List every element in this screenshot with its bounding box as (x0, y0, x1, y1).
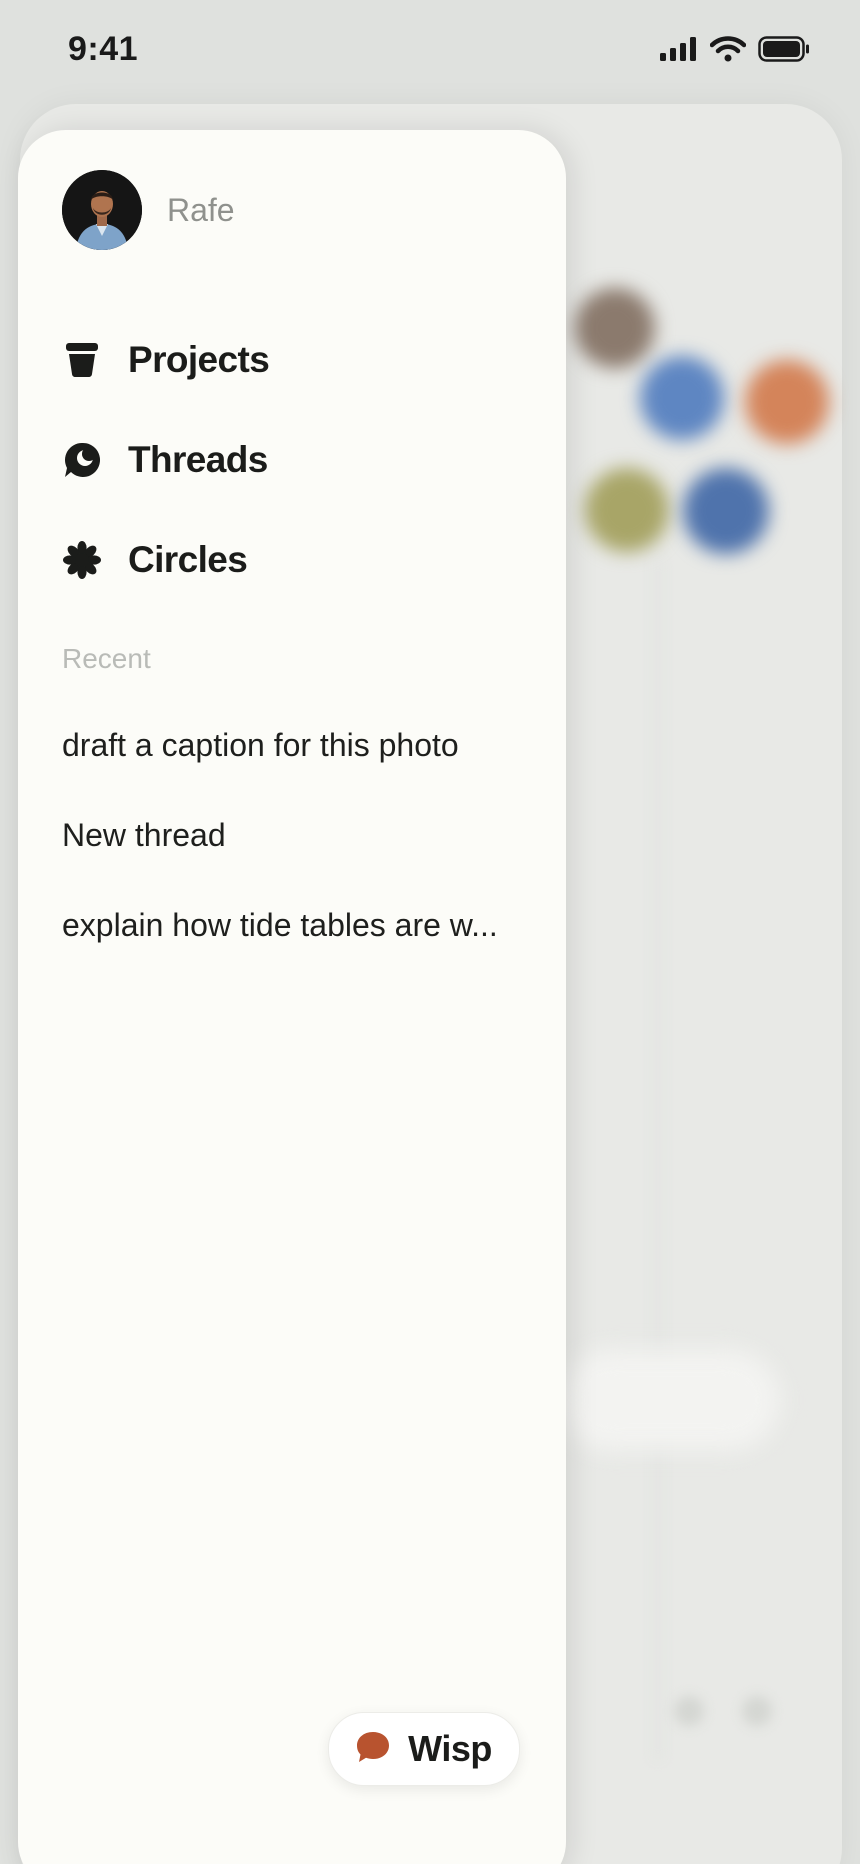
nav-item-projects[interactable]: Projects (62, 310, 270, 410)
wifi-icon (709, 36, 747, 67)
status-time: 9:41 (68, 30, 139, 68)
blurred-circle-brown (575, 288, 655, 368)
status-icons (660, 36, 810, 67)
profile-row[interactable]: Rafe (62, 170, 235, 250)
moon-chat-icon (62, 440, 102, 480)
recent-list: draft a caption for this photo New threa… (62, 700, 532, 970)
nav-item-circles[interactable]: Circles (62, 510, 269, 610)
blurred-circle-navy (683, 468, 769, 554)
cup-icon (62, 340, 102, 380)
profile-name: Rafe (167, 191, 235, 228)
recent-item[interactable]: draft a caption for this photo (62, 700, 532, 790)
blurred-circle-blue (640, 356, 724, 440)
recent-item[interactable]: explain how tide tables are w... (62, 880, 532, 970)
blurred-circle-olive (585, 468, 669, 552)
main-nav: Projects Threads Circles (62, 310, 270, 610)
wisp-button[interactable]: Wisp (328, 1712, 520, 1786)
status-bar: 9:41 (0, 0, 860, 104)
navigation-drawer: Rafe Projects Threads Circles Recent dra… (18, 130, 566, 1864)
screen: 9:41 Rafe Projects Threads Circles Recen… (0, 0, 860, 1864)
blurred-divider (655, 560, 661, 1760)
asterisk-icon (62, 540, 102, 580)
speech-bubble-icon (356, 1731, 390, 1768)
recent-item[interactable]: New thread (62, 790, 532, 880)
recent-heading: Recent (62, 643, 151, 674)
wisp-label: Wisp (408, 1728, 492, 1769)
nav-label-circles: Circles (128, 539, 248, 580)
blurred-dot (674, 1696, 704, 1726)
nav-label-threads: Threads (128, 439, 268, 480)
battery-icon (758, 36, 810, 67)
nav-label-projects: Projects (128, 339, 270, 380)
signal-icon (660, 37, 698, 66)
blurred-input-pill (560, 1350, 780, 1450)
avatar[interactable] (62, 170, 142, 250)
blurred-dot (742, 1696, 772, 1726)
nav-item-threads[interactable]: Threads (62, 410, 269, 510)
blurred-circle-orange (745, 360, 829, 444)
